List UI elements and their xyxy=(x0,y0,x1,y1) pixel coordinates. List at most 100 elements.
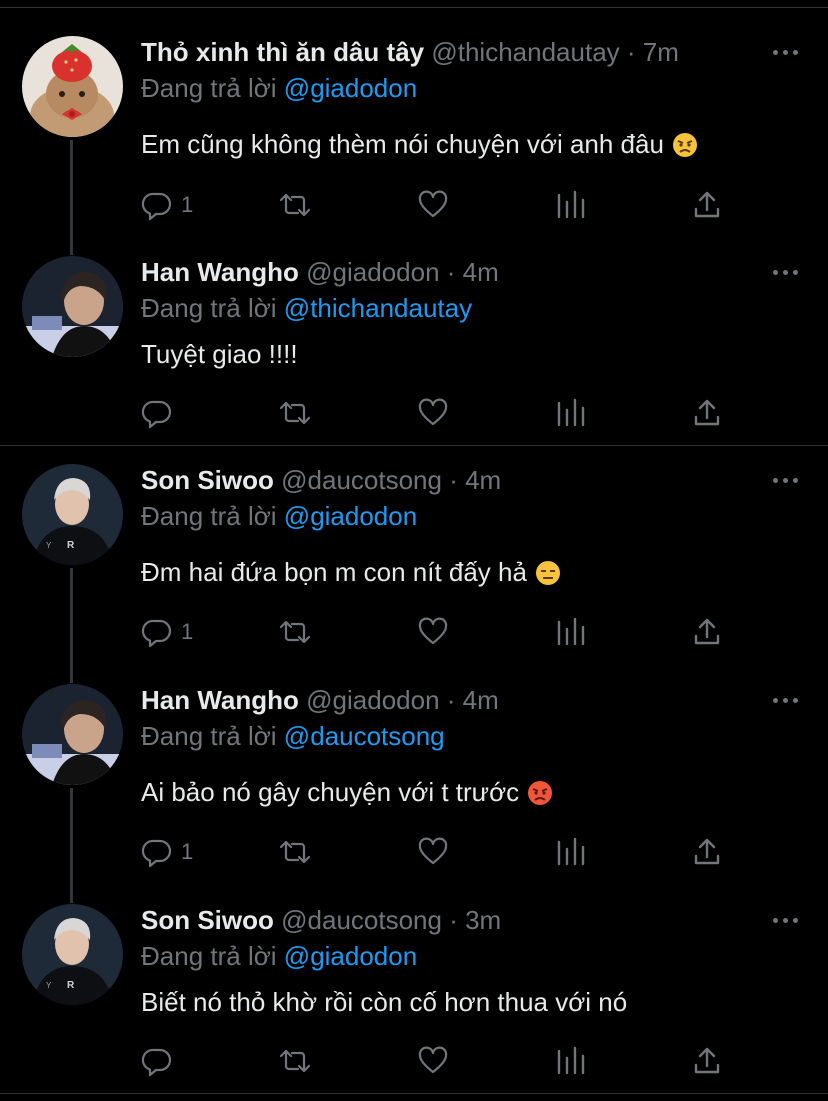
share-icon xyxy=(694,618,720,645)
tweet[interactable]: R Y Son Siwoo @daucotsong · 4m Đang trả … xyxy=(0,462,828,662)
tweet-text-content: Đm hai đứa bọn m con nít đấy hả xyxy=(141,557,527,587)
heart-icon xyxy=(418,837,448,865)
share-button[interactable] xyxy=(691,1043,723,1079)
analytics-button[interactable] xyxy=(555,614,587,650)
expressionless-face-icon xyxy=(535,559,561,595)
share-button[interactable] xyxy=(691,834,723,870)
reply-prefix: Đang trả lời xyxy=(141,501,277,531)
replying-to: Đang trả lời @giadodon xyxy=(141,498,417,534)
like-button[interactable] xyxy=(417,187,449,223)
heart-icon xyxy=(418,1046,448,1074)
tweet[interactable]: Han Wangho @giadodon · 4m Đang trả lời @… xyxy=(0,254,828,434)
avatar[interactable] xyxy=(22,36,123,137)
man-avatar-image: R Y xyxy=(22,464,123,565)
tweet[interactable]: Han Wangho @giadodon · 4m Đang trả lời @… xyxy=(0,682,828,882)
mention-link[interactable]: @thichandautay xyxy=(284,293,472,323)
tweet-text-content: Ai bảo nó gây chuyện với t trước xyxy=(141,777,520,807)
user-handle[interactable]: @giadodon xyxy=(306,257,439,287)
share-button[interactable] xyxy=(691,395,723,431)
retweet-button[interactable] xyxy=(277,834,313,870)
mention-link[interactable]: @giadodon xyxy=(284,73,417,103)
avatar[interactable]: R Y xyxy=(22,464,123,565)
timestamp[interactable]: · 4m xyxy=(449,465,501,495)
avatar[interactable]: R Y xyxy=(22,904,123,1005)
analytics-button[interactable] xyxy=(555,1043,587,1079)
retweet-icon xyxy=(279,1049,311,1073)
like-button[interactable] xyxy=(417,1043,449,1079)
share-button[interactable] xyxy=(691,614,723,650)
share-icon xyxy=(694,191,720,218)
display-name[interactable]: Thỏ xinh thì ăn dâu tây xyxy=(141,37,424,67)
user-handle[interactable]: @daucotsong xyxy=(281,465,442,495)
reply-button[interactable] xyxy=(141,395,181,431)
analytics-button[interactable] xyxy=(555,834,587,870)
display-name[interactable]: Son Siwoo xyxy=(141,905,274,935)
analytics-button[interactable] xyxy=(555,187,587,223)
reply-prefix: Đang trả lời xyxy=(141,73,277,103)
reply-count: 1 xyxy=(181,192,194,217)
tweet-actions: 1 xyxy=(141,187,741,223)
tweet-actions xyxy=(141,1043,741,1079)
user-handle[interactable]: @daucotsong xyxy=(281,905,442,935)
timestamp[interactable]: · 4m xyxy=(447,685,499,715)
tweet[interactable]: Thỏ xinh thì ăn dâu tây @thichandautay ·… xyxy=(0,34,828,234)
retweet-button[interactable] xyxy=(277,1043,313,1079)
more-options-button[interactable] xyxy=(770,902,802,938)
timestamp[interactable]: · 7m xyxy=(627,37,679,67)
display-name[interactable]: Son Siwoo xyxy=(141,465,274,495)
retweet-icon xyxy=(279,193,311,217)
like-button[interactable] xyxy=(417,395,449,431)
share-icon xyxy=(694,838,720,865)
tweet-text-content: Em cũng không thèm nói chuyện với anh đâ… xyxy=(141,129,664,159)
timestamp[interactable]: · 4m xyxy=(447,257,499,287)
reply-button[interactable] xyxy=(141,1043,181,1079)
retweet-button[interactable] xyxy=(277,614,313,650)
tweet-header: Thỏ xinh thì ăn dâu tây @thichandautay ·… xyxy=(141,34,679,70)
analytics-button[interactable] xyxy=(555,395,587,431)
svg-text:R: R xyxy=(67,980,75,991)
reply-prefix: Đang trả lời xyxy=(141,721,277,751)
tweet[interactable]: R Y Son Siwoo @daucotsong · 3m Đang trả … xyxy=(0,902,828,1082)
heart-icon xyxy=(418,617,448,645)
more-options-button[interactable] xyxy=(770,34,802,70)
tweet-header: Son Siwoo @daucotsong · 3m xyxy=(141,902,501,938)
reply-icon xyxy=(141,619,172,648)
avatar[interactable] xyxy=(22,256,123,357)
tweet-text-content: Biết nó thỏ khờ rồi còn cố hơn thua với … xyxy=(141,987,628,1017)
display-name[interactable]: Han Wangho xyxy=(141,685,299,715)
timestamp[interactable]: · 3m xyxy=(449,905,501,935)
retweet-button[interactable] xyxy=(277,395,313,431)
tweet-text: Đm hai đứa bọn m con nít đấy hả xyxy=(141,554,561,595)
like-button[interactable] xyxy=(417,834,449,870)
retweet-button[interactable] xyxy=(277,187,313,223)
tweet-header: Han Wangho @giadodon · 4m xyxy=(141,254,499,290)
reply-button[interactable]: 1 xyxy=(141,834,193,870)
mention-link[interactable]: @giadodon xyxy=(284,941,417,971)
replying-to: Đang trả lời @giadodon xyxy=(141,70,417,106)
reply-icon xyxy=(141,400,172,429)
mention-link[interactable]: @daucotsong xyxy=(284,721,445,751)
share-icon xyxy=(694,1047,720,1074)
replying-to: Đang trả lời @daucotsong xyxy=(141,718,445,754)
more-options-button[interactable] xyxy=(770,254,802,290)
avatar[interactable] xyxy=(22,684,123,785)
tweet-actions: 1 xyxy=(141,834,741,870)
mention-link[interactable]: @giadodon xyxy=(284,501,417,531)
user-handle[interactable]: @giadodon xyxy=(306,685,439,715)
like-button[interactable] xyxy=(417,614,449,650)
heart-icon xyxy=(418,190,448,218)
share-icon xyxy=(694,399,720,426)
display-name[interactable]: Han Wangho xyxy=(141,257,299,287)
more-options-button[interactable] xyxy=(770,462,802,498)
user-handle[interactable]: @thichandautay xyxy=(431,37,619,67)
man-avatar-image xyxy=(22,256,123,357)
reply-button[interactable]: 1 xyxy=(141,187,193,223)
svg-text:Y: Y xyxy=(46,541,52,550)
more-options-button[interactable] xyxy=(770,682,802,718)
share-button[interactable] xyxy=(691,187,723,223)
analytics-icon xyxy=(557,190,585,219)
tweet-text-content: Tuyệt giao !!!! xyxy=(141,339,298,369)
heart-icon xyxy=(418,398,448,426)
tweet-text: Tuyệt giao !!!! xyxy=(141,336,298,372)
reply-button[interactable]: 1 xyxy=(141,614,193,650)
